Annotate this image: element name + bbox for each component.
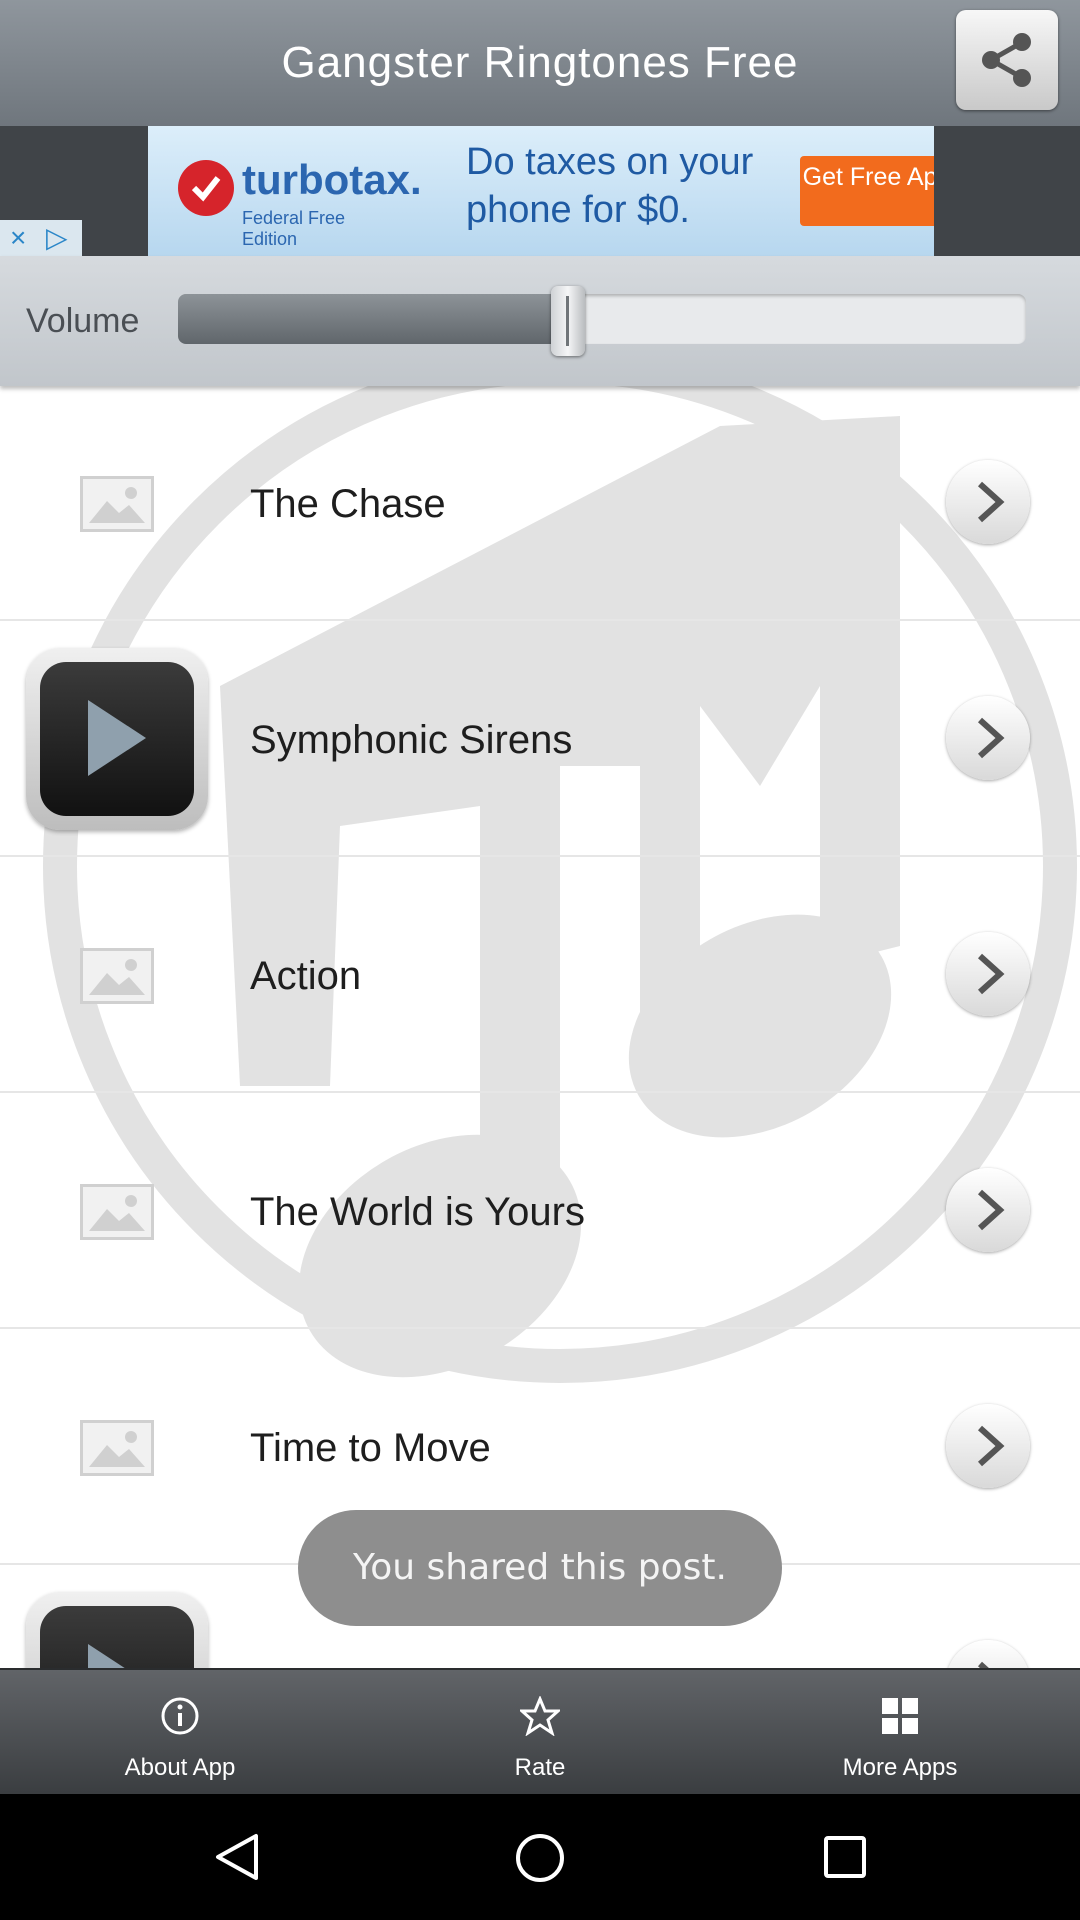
chevron-right-icon (977, 1189, 1005, 1231)
volume-bar: Volume (0, 256, 1080, 386)
ringtone-title: Action (250, 954, 362, 998)
chevron-right-button[interactable] (946, 932, 1030, 1016)
volume-slider-thumb[interactable] (551, 286, 586, 356)
row-divider (0, 1327, 1080, 1329)
list-item[interactable]: The Chase (0, 386, 1080, 621)
volume-slider[interactable] (178, 294, 1026, 344)
list-item[interactable]: Symphonic Sirens (0, 622, 1080, 857)
adchoices-icon[interactable]: ▷ (46, 220, 68, 256)
star-icon (520, 1696, 560, 1736)
checkmark-icon (178, 160, 234, 216)
chevron-right-icon (977, 1425, 1005, 1467)
play-icon (88, 1644, 125, 1668)
chevron-right-button[interactable] (946, 460, 1030, 544)
about-app-label: About App (124, 1754, 236, 1781)
ad-text: Do taxes on your phone for $0. (466, 141, 754, 231)
system-nav-bar (0, 1794, 1080, 1920)
image-placeholder-icon (80, 476, 154, 532)
chevron-right-button[interactable] (946, 1640, 1030, 1668)
volume-slider-fill (178, 294, 569, 344)
ringtone-title: The Chase (250, 482, 446, 526)
chevron-right-icon (977, 953, 1005, 995)
grid-icon (882, 1698, 918, 1734)
app-header: Gangster Ringtones Free (0, 0, 1080, 126)
volume-label: Volume (26, 302, 140, 340)
app-title: Gangster Ringtones Free (281, 38, 799, 87)
ringtone-list: The Chase Symphonic Sirens Action The Wo… (0, 386, 1080, 1668)
play-button[interactable] (26, 1592, 208, 1668)
ad-cta-button[interactable]: Get Free App (800, 156, 934, 226)
ad-banner[interactable]: turbotax. Federal Free Edition Do taxes … (148, 126, 934, 256)
image-placeholder-icon (80, 948, 154, 1004)
play-button[interactable] (26, 648, 208, 830)
chevron-right-icon (977, 1661, 989, 1668)
share-icon (982, 33, 1031, 87)
chevron-right-button[interactable] (946, 696, 1030, 780)
home-icon[interactable] (514, 1832, 566, 1884)
about-app-button[interactable]: About App (0, 1670, 360, 1796)
chevron-right-button[interactable] (946, 1168, 1030, 1252)
image-placeholder-icon (80, 1184, 154, 1240)
more-apps-label: More Apps (842, 1754, 958, 1781)
list-item[interactable]: Action (0, 858, 1080, 1093)
info-icon (161, 1697, 199, 1735)
bottom-bar: About App Rate More Apps (0, 1668, 1080, 1796)
image-placeholder-icon (80, 1420, 154, 1476)
share-button[interactable] (956, 10, 1058, 110)
rate-label: Rate (514, 1754, 566, 1781)
play-icon (88, 700, 146, 776)
row-divider (0, 619, 1080, 621)
ringtone-title: Symphonic Sirens (250, 718, 573, 762)
row-divider (0, 855, 1080, 857)
back-icon[interactable] (212, 1832, 262, 1882)
list-item[interactable]: The World is Yours (0, 1094, 1080, 1329)
ad-strip: turbotax. Federal Free Edition Do taxes … (0, 126, 1080, 256)
ringtone-title: The World is Yours (250, 1190, 585, 1234)
rate-button[interactable]: Rate (360, 1670, 720, 1796)
chevron-right-icon (977, 481, 1005, 523)
ad-controls: × ▷ (0, 220, 82, 256)
toast-message: You shared this post. (298, 1510, 782, 1626)
chevron-right-button[interactable] (946, 1404, 1030, 1488)
ad-brand-sub: Federal Free Edition (242, 208, 346, 249)
ad-logo: turbotax. Federal Free Edition (178, 154, 422, 249)
chevron-right-icon (977, 717, 1005, 759)
row-divider (0, 1091, 1080, 1093)
recents-icon[interactable] (822, 1834, 868, 1880)
ad-brand: turbotax. (242, 156, 422, 203)
ringtone-title: Time to Move (250, 1426, 491, 1470)
more-apps-button[interactable]: More Apps (720, 1670, 1080, 1796)
close-ad-icon[interactable]: × (10, 220, 26, 256)
